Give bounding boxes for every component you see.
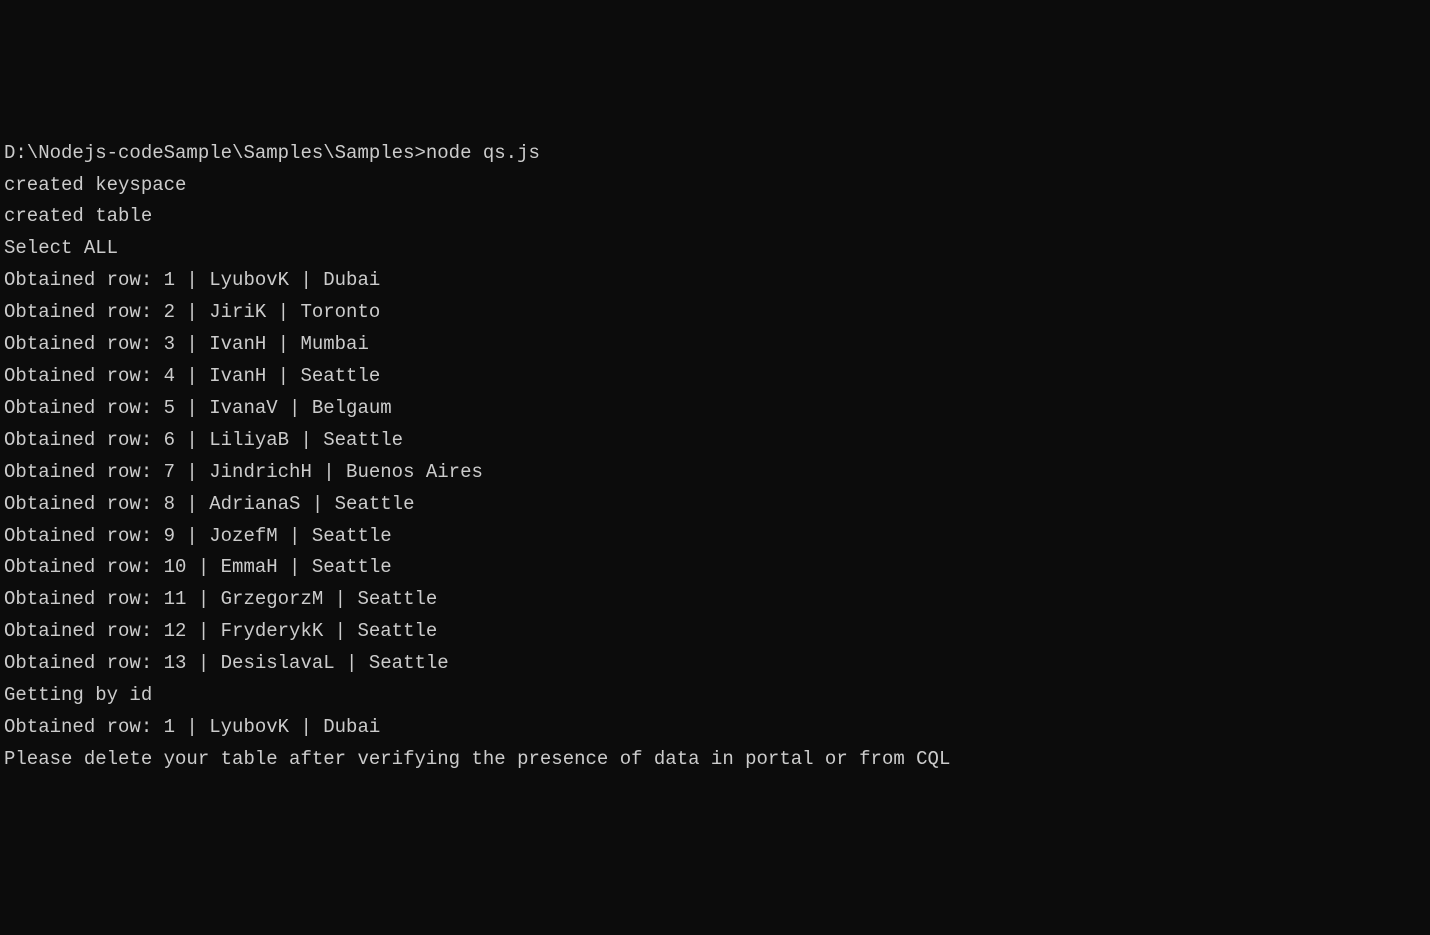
data-row: Obtained row: 2 | JiriK | Toronto — [4, 297, 1430, 329]
data-row: Obtained row: 6 | LiliyaB | Seattle — [4, 425, 1430, 457]
data-row: Obtained row: 13 | DesislavaL | Seattle — [4, 648, 1430, 680]
data-row: Obtained row: 1 | LyubovK | Dubai — [4, 712, 1430, 744]
output-line: created table — [4, 201, 1430, 233]
data-row: Obtained row: 7 | JindrichH | Buenos Air… — [4, 457, 1430, 489]
data-row: Obtained row: 3 | IvanH | Mumbai — [4, 329, 1430, 361]
data-row: Obtained row: 12 | FryderykK | Seattle — [4, 616, 1430, 648]
data-row: Obtained row: 9 | JozefM | Seattle — [4, 521, 1430, 553]
data-row: Obtained row: 8 | AdrianaS | Seattle — [4, 489, 1430, 521]
output-line: Select ALL — [4, 233, 1430, 265]
output-line: Getting by id — [4, 680, 1430, 712]
command-line: D:\Nodejs-codeSample\Samples\Samples>nod… — [4, 138, 1430, 170]
output-line: created keyspace — [4, 170, 1430, 202]
footer-message: Please delete your table after verifying… — [4, 744, 1430, 776]
data-row: Obtained row: 4 | IvanH | Seattle — [4, 361, 1430, 393]
data-row: Obtained row: 1 | LyubovK | Dubai — [4, 265, 1430, 297]
data-row: Obtained row: 10 | EmmaH | Seattle — [4, 552, 1430, 584]
data-row: Obtained row: 11 | GrzegorzM | Seattle — [4, 584, 1430, 616]
terminal-output: D:\Nodejs-codeSample\Samples\Samples>nod… — [4, 138, 1430, 776]
data-row: Obtained row: 5 | IvanaV | Belgaum — [4, 393, 1430, 425]
